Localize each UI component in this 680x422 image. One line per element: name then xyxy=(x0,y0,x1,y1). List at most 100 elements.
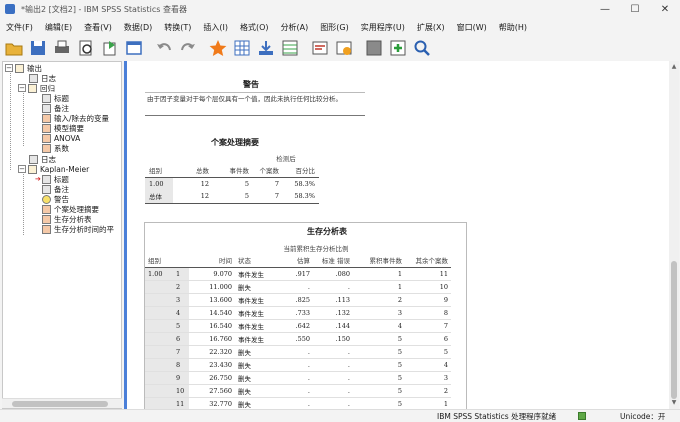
case-summary-table[interactable]: 检测后 组别 总数 事件数 个案数 百分比 1.00 12 5 7 58.3% … xyxy=(145,151,319,204)
tree-item-survival-means[interactable]: 生存分析时间的平 xyxy=(42,224,114,234)
row-header xyxy=(145,332,173,346)
row-header xyxy=(145,358,173,372)
notes-icon xyxy=(42,184,51,194)
cell: 1 xyxy=(353,267,405,281)
tree-item-label: 生存分析时间的平 xyxy=(54,224,114,234)
cell: 5 xyxy=(353,332,405,346)
tree-item-coefficients[interactable]: 系数 xyxy=(42,143,69,153)
print-preview-icon[interactable] xyxy=(76,38,96,58)
table-row: 7 22.320 删失 . . 5 5 xyxy=(145,345,451,359)
menu-graphs[interactable]: 图形(G) xyxy=(314,22,354,33)
cell: .113 xyxy=(313,293,353,307)
goto-variable-icon[interactable] xyxy=(256,38,276,58)
tree-item-log[interactable]: 日志 xyxy=(29,73,56,83)
tree-item-warnings[interactable]: 警告 xyxy=(42,194,69,204)
cell: .917 xyxy=(279,267,313,281)
menu-file[interactable]: 文件(F) xyxy=(0,22,39,33)
column-header: 个案数 xyxy=(259,167,280,176)
open-icon[interactable] xyxy=(4,38,24,58)
tree-item-label: ANOVA xyxy=(54,133,81,143)
row-index: 8 xyxy=(173,358,189,372)
maximize-button[interactable]: ☐ xyxy=(620,0,650,18)
menu-insert[interactable]: 插入(I) xyxy=(197,22,234,33)
menu-utilities[interactable]: 实用程序(U) xyxy=(355,22,411,33)
collapse-icon[interactable]: − xyxy=(18,165,26,173)
scrollbar-thumb[interactable] xyxy=(12,401,108,407)
variables-icon[interactable] xyxy=(280,38,300,58)
outline-pane[interactable]: − 输出 日志 − 回归 标题 备注 输入/除去的变量 模型摘要 ANOVA 系… xyxy=(2,61,122,409)
tree-item-notes[interactable]: 备注 xyxy=(42,103,69,113)
collapse-icon[interactable]: − xyxy=(5,64,13,72)
hide-icon[interactable] xyxy=(364,38,384,58)
cell: 13.600 xyxy=(189,293,235,307)
insert-title-icon[interactable] xyxy=(334,38,354,58)
column-header: 总数 xyxy=(196,167,209,176)
menu-help[interactable]: 帮助(H) xyxy=(493,22,533,33)
tree-item-regression[interactable]: − 回归 xyxy=(18,83,55,93)
search-icon[interactable] xyxy=(412,38,432,58)
goto-case-icon[interactable] xyxy=(232,38,252,58)
recall-dialog-icon[interactable] xyxy=(124,38,144,58)
tree-item-notes[interactable]: 备注 xyxy=(42,184,69,194)
minimize-button[interactable]: — xyxy=(590,0,620,18)
menu-extensions[interactable]: 扩展(X) xyxy=(411,22,451,33)
menu-data[interactable]: 数据(D) xyxy=(118,22,158,33)
menu-edit[interactable]: 编辑(E) xyxy=(39,22,78,33)
tree-item-log[interactable]: 日志 xyxy=(29,154,56,164)
redo-icon[interactable] xyxy=(178,38,198,58)
cell: .825 xyxy=(279,293,313,307)
table-icon xyxy=(42,224,51,234)
cell: .080 xyxy=(313,267,353,281)
tree-item-survival-table[interactable]: 生存分析表 xyxy=(42,214,92,224)
tree-item-anova[interactable]: ANOVA xyxy=(42,133,80,143)
collapse-icon[interactable]: − xyxy=(18,84,26,92)
cell: . xyxy=(279,397,313,409)
column-header: 百分比 xyxy=(295,167,316,176)
save-icon[interactable] xyxy=(28,38,48,58)
cell: . xyxy=(279,371,313,385)
outline-horizontal-scrollbar[interactable] xyxy=(2,398,122,408)
insert-heading-icon[interactable] xyxy=(310,38,330,58)
scrollbar-thumb[interactable] xyxy=(671,261,677,399)
tree-item-label: 模型摘要 xyxy=(54,123,84,133)
scroll-down-icon[interactable]: ▼ xyxy=(670,399,678,407)
table-row: 11 32.770 删失 . . 5 1 xyxy=(145,397,451,409)
cell: . xyxy=(279,345,313,359)
cell: .150 xyxy=(313,332,353,346)
goto-data-icon[interactable] xyxy=(208,38,228,58)
close-button[interactable]: ✕ xyxy=(650,0,680,18)
cell: 删失 xyxy=(235,384,279,398)
tree-item-output[interactable]: − 输出 xyxy=(5,63,42,73)
row-header xyxy=(145,293,173,307)
column-header: 事件数 xyxy=(229,167,250,176)
case-summary-title: 个案处理摘要 xyxy=(211,137,259,147)
warnings-text[interactable]: 由于因子变量对于每个层仅具有一个值，因此未执行任何比较分析。 xyxy=(145,92,365,116)
column-header: 标准 错误 xyxy=(313,254,353,268)
row-index: 7 xyxy=(173,345,189,359)
menu-format[interactable]: 格式(O) xyxy=(234,22,275,33)
censored-header: 检测后 xyxy=(276,154,296,163)
menu-transform[interactable]: 转换(T) xyxy=(158,22,197,33)
cumulative-survival-header: 当前累积生存分析比例 xyxy=(283,244,349,253)
tree-item-title[interactable]: ➔ 标题 xyxy=(35,174,69,184)
designate-window-icon[interactable] xyxy=(388,38,408,58)
export-icon[interactable] xyxy=(100,38,120,58)
undo-icon[interactable] xyxy=(154,38,174,58)
current-item-arrow-icon: ➔ xyxy=(35,175,41,183)
print-icon[interactable] xyxy=(52,38,72,58)
menu-analyze[interactable]: 分析(A) xyxy=(275,22,315,33)
tree-item-case-summary[interactable]: 个案处理摘要 xyxy=(42,204,99,214)
table-row: 10 27.560 删失 . . 5 2 xyxy=(145,384,451,398)
survival-table[interactable]: 当前累积生存分析比例 组别 时间 状态 估算 标准 错误 累积事件数 其余个案数… xyxy=(145,241,451,409)
tree-item-title[interactable]: 标题 xyxy=(42,93,69,103)
content-vertical-scrollbar[interactable]: ▲ ▼ xyxy=(669,61,679,409)
tree-item-model-summary[interactable]: 模型摘要 xyxy=(42,123,84,133)
content-pane[interactable]: 警告 由于因子变量对于每个层仅具有一个值，因此未执行任何比较分析。 个案处理摘要… xyxy=(124,61,669,409)
tree-item-variables-entered[interactable]: 输入/除去的变量 xyxy=(42,113,109,123)
tree-item-kaplan-meier[interactable]: − Kaplan-Meier xyxy=(18,164,89,174)
table-row: 1.00 1 9.070 事件发生 .917 .080 1 11 xyxy=(145,267,451,281)
row-index: 1 xyxy=(173,267,189,281)
menu-view[interactable]: 查看(V) xyxy=(78,22,118,33)
menu-window[interactable]: 窗口(W) xyxy=(451,22,493,33)
scroll-up-icon[interactable]: ▲ xyxy=(670,63,678,71)
